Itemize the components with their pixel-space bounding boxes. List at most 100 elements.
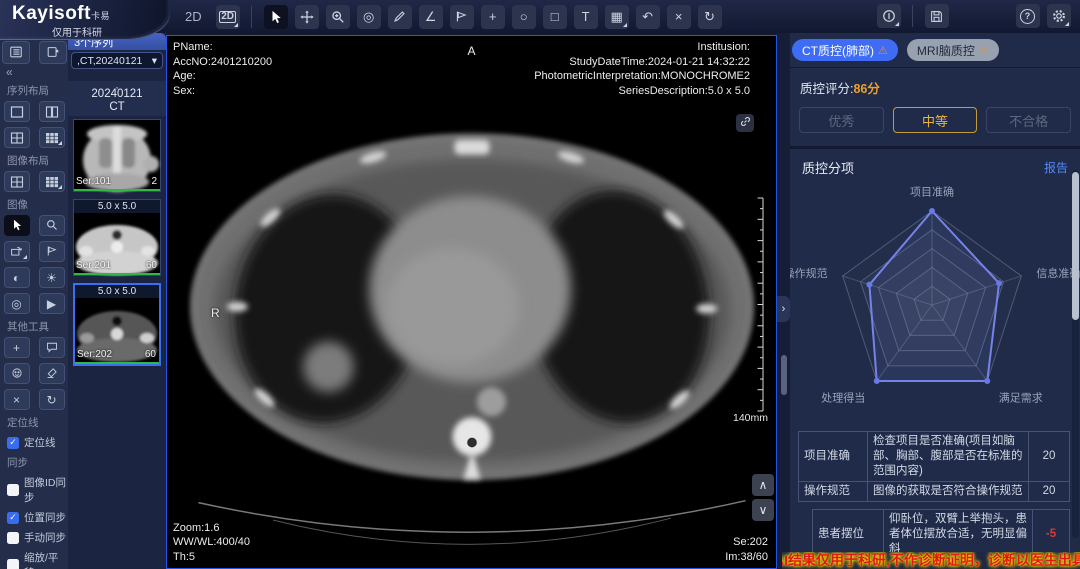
ellipse-tool-button[interactable]: ○ bbox=[512, 5, 536, 29]
zoom-info-overlay: Zoom:1.6 WW/WL:400/40 Th:5 bbox=[173, 521, 250, 565]
series-thumbnail-201[interactable]: 5.0 x 5.0 Ser:201 60 bbox=[73, 199, 161, 276]
grade-excellent-button[interactable]: 优秀 bbox=[799, 107, 884, 133]
info-icon bbox=[882, 9, 896, 23]
pointer-icon bbox=[11, 219, 23, 233]
window-level-tool-button[interactable]: ◎ bbox=[357, 5, 381, 29]
angle-tool-button[interactable]: ∠ bbox=[419, 5, 443, 29]
reset-button[interactable]: ↻ bbox=[698, 5, 722, 29]
side-annotate-button[interactable] bbox=[4, 363, 30, 384]
frames-tool-button[interactable]: ▦ bbox=[605, 5, 629, 29]
rectangle-tool-button[interactable]: □ bbox=[543, 5, 567, 29]
layout-1x1-button[interactable] bbox=[4, 101, 30, 122]
checkbox-checked[interactable]: ✓ bbox=[7, 437, 19, 449]
side-delete-button[interactable]: × bbox=[4, 389, 30, 410]
tab-label: MRI脑质控 bbox=[917, 42, 975, 59]
side-magnify-button[interactable] bbox=[39, 215, 65, 236]
tab-mri-qc[interactable]: MRI脑质控 ⚠ bbox=[907, 39, 999, 61]
checkbox-label: 手动同步 bbox=[24, 530, 66, 545]
save-button[interactable] bbox=[925, 4, 949, 28]
ruler-length-label: 140mm bbox=[733, 412, 768, 424]
mode-2d-button[interactable]: 2D bbox=[216, 5, 240, 29]
report-panel-button[interactable] bbox=[39, 41, 67, 64]
zoom-tool-button[interactable] bbox=[326, 5, 350, 29]
checkbox-checked[interactable]: ✓ bbox=[7, 512, 19, 524]
text-tool-button[interactable]: T bbox=[574, 5, 598, 29]
image-tools-label: 图像 bbox=[7, 197, 68, 212]
grade-fail-button[interactable]: 不合格 bbox=[986, 107, 1071, 133]
checkbox-label: 位置同步 bbox=[24, 510, 66, 525]
collapse-panel-button[interactable]: « bbox=[6, 66, 68, 78]
delete-annotation-button[interactable]: × bbox=[667, 5, 691, 29]
side-eraser-button[interactable] bbox=[39, 363, 65, 384]
study-dropdown-value: ,CT,20240121 bbox=[77, 55, 142, 67]
thumbnail-image-count: 2 bbox=[151, 176, 157, 187]
study-dropdown[interactable]: ,CT,20240121 ▾ bbox=[71, 52, 163, 69]
side-brightness-button[interactable]: ☀ bbox=[39, 267, 65, 288]
tab-ct-qc[interactable]: CT质控(肺部) ⚠ bbox=[792, 39, 898, 61]
checkbox-unchecked[interactable] bbox=[7, 484, 19, 496]
crosshair-tool-button[interactable]: + bbox=[481, 5, 505, 29]
sync-id-checkbox-row[interactable]: 图像ID同步 bbox=[7, 475, 68, 505]
layout-3x3-button[interactable] bbox=[39, 127, 65, 148]
main-viewport[interactable]: PName: AccNO:2401210200 Age: Sex: A R In… bbox=[166, 35, 777, 569]
side-flag-button[interactable] bbox=[39, 241, 65, 262]
mode-label: 2D bbox=[185, 9, 202, 24]
contrast-icon: ◐ bbox=[13, 272, 20, 284]
undo-button[interactable]: ↶ bbox=[636, 5, 660, 29]
settings-button[interactable] bbox=[1047, 4, 1071, 28]
side-cross-button[interactable]: + bbox=[4, 337, 30, 358]
scroll-up-button[interactable]: ∧ bbox=[752, 474, 774, 496]
help-button[interactable]: ? bbox=[1016, 4, 1040, 28]
scroll-down-button[interactable]: ∨ bbox=[752, 499, 774, 521]
side-rotate-button[interactable] bbox=[4, 241, 30, 262]
series-panel: 3个序列 ,CT,20240121 ▾ , 20240121 CT bbox=[68, 33, 166, 569]
checkbox-unchecked[interactable] bbox=[7, 532, 19, 544]
study-group-header[interactable]: , 20240121 CT bbox=[68, 81, 166, 116]
save-icon bbox=[930, 10, 943, 23]
rail-scrollbar-thumb[interactable] bbox=[781, 355, 787, 395]
chevron-down-icon: ∨ bbox=[759, 503, 768, 517]
layout-1x2-button[interactable] bbox=[39, 101, 65, 122]
frames-icon: ▦ bbox=[610, 10, 622, 23]
side-reset-button[interactable]: ↻ bbox=[39, 389, 65, 410]
expand-panel-handle[interactable]: › bbox=[777, 296, 790, 322]
ellipse-icon: ○ bbox=[520, 10, 528, 23]
thumbnail-series-desc: 5.0 x 5.0 bbox=[75, 285, 159, 298]
pointer-tool-button[interactable] bbox=[264, 5, 288, 29]
side-pointer-button[interactable] bbox=[4, 215, 30, 236]
warning-icon: ⚠ bbox=[878, 44, 888, 57]
layout-2x2-button[interactable] bbox=[4, 127, 30, 148]
side-contrast-button[interactable]: ◐ bbox=[4, 267, 30, 288]
series-thumbnail-202[interactable]: 5.0 x 5.0 Ser:202 60 bbox=[73, 283, 161, 366]
topbar-mid-group bbox=[873, 4, 952, 28]
checkbox-label: 图像ID同步 bbox=[24, 475, 68, 505]
window-level-icon: ◎ bbox=[363, 10, 374, 23]
checkbox-unchecked[interactable] bbox=[7, 559, 19, 569]
info-button[interactable] bbox=[877, 4, 901, 28]
sync-section-label: 同步 bbox=[7, 455, 68, 470]
pan-tool-button[interactable] bbox=[295, 5, 319, 29]
qc-score-label: 质控评分: bbox=[800, 82, 853, 96]
mode-2d-icon: 2D bbox=[219, 11, 236, 23]
series-thumbnail-101[interactable]: Ser:101 2 bbox=[73, 119, 161, 192]
text-icon: T bbox=[582, 10, 590, 23]
side-comment-button[interactable] bbox=[39, 337, 65, 358]
pencil-tool-button[interactable] bbox=[388, 5, 412, 29]
study-info-overlay: Institusion: StudyDateTime:2024-01-21 14… bbox=[534, 40, 750, 98]
probe-tool-button[interactable] bbox=[450, 5, 474, 29]
side-localizer-button[interactable]: ◎ bbox=[4, 293, 30, 314]
svg-text:处理得当: 处理得当 bbox=[821, 391, 865, 405]
sync-manual-checkbox-row[interactable]: 手动同步 bbox=[7, 530, 68, 545]
side-cine-button[interactable]: ▶ bbox=[39, 293, 65, 314]
img-layout-3x3-button[interactable] bbox=[39, 171, 65, 192]
locator-checkbox-row[interactable]: ✓ 定位线 bbox=[7, 435, 68, 450]
img-layout-2x2-button[interactable] bbox=[4, 171, 30, 192]
worklist-button[interactable] bbox=[2, 41, 30, 64]
sync-zoom-pan-checkbox-row[interactable]: 缩放/平移 bbox=[7, 550, 68, 569]
crosshair-icon: + bbox=[489, 10, 497, 23]
report-link[interactable]: 报告 bbox=[1044, 159, 1068, 176]
panel-scrollbar-thumb[interactable] bbox=[1072, 172, 1079, 320]
sync-position-checkbox-row[interactable]: ✓ 位置同步 bbox=[7, 510, 68, 525]
link-series-button[interactable] bbox=[736, 114, 754, 132]
grade-medium-button[interactable]: 中等 bbox=[893, 107, 978, 133]
